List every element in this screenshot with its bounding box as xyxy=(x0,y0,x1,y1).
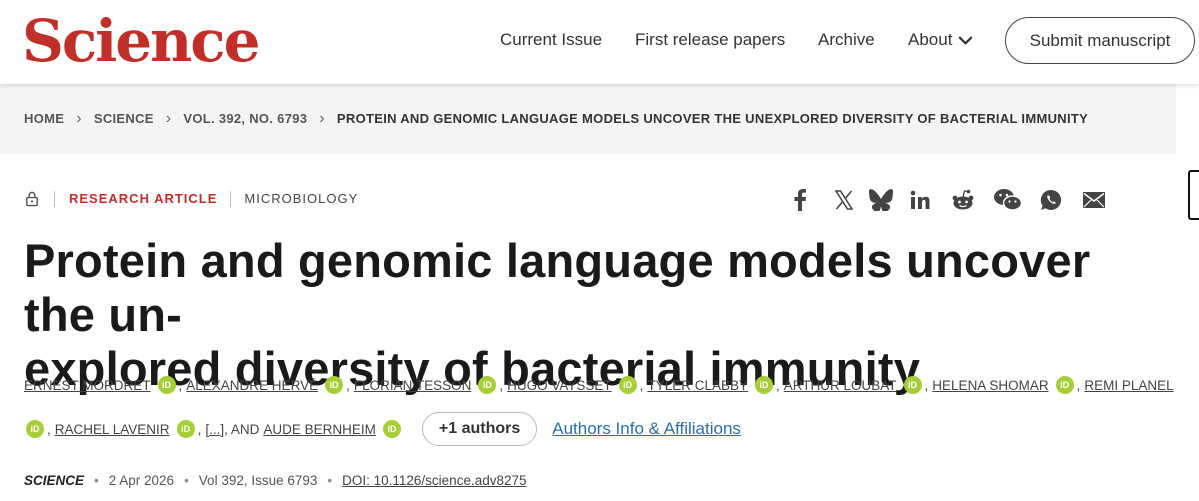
breadcrumb-current: PROTEIN AND GENOMIC LANGUAGE MODELS UNCO… xyxy=(336,111,1089,126)
breadcrumb-home[interactable]: HOME xyxy=(24,111,64,126)
separator-dot: • xyxy=(94,473,99,488)
x-icon[interactable] xyxy=(829,186,859,214)
author-link[interactable]: ALEXANDRE HERVÉ xyxy=(186,378,318,393)
author-link[interactable]: REMI PLANEL xyxy=(1084,378,1173,393)
journal-name[interactable]: SCIENCE xyxy=(24,473,84,488)
article-type-badge[interactable]: RESEARCH ARTICLE xyxy=(69,191,217,206)
orcid-icon[interactable]: iD xyxy=(157,376,176,394)
orcid-icon[interactable]: iD xyxy=(382,420,401,438)
chevron-right-icon: › xyxy=(76,110,82,127)
author-ellipsis-link[interactable]: [...] xyxy=(205,422,224,437)
orcid-icon[interactable]: iD xyxy=(176,420,195,438)
linkedin-icon[interactable] xyxy=(905,186,935,214)
volume-issue[interactable]: Vol 392, Issue 6793 xyxy=(199,473,318,488)
science-logo[interactable]: Science xyxy=(22,8,261,74)
author-link[interactable]: TYLER CLABBY xyxy=(647,378,748,393)
article-title-line-1: Protein and genomic language models unco… xyxy=(24,234,1091,341)
author-link[interactable]: ERNEST MORDRET xyxy=(24,378,151,393)
orcid-icon[interactable]: iD xyxy=(1055,376,1074,394)
email-icon[interactable] xyxy=(1079,186,1109,214)
author-list: ERNEST MORDRET iD, ALEXANDRE HERVÉ iD, F… xyxy=(24,376,1174,394)
citation-line: SCIENCE • 2 Apr 2026 • Vol 392, Issue 67… xyxy=(24,473,527,488)
nav-archive[interactable]: Archive xyxy=(818,29,875,51)
orcid-icon[interactable]: iD xyxy=(754,376,773,394)
author-link[interactable]: FLORIAN TESSON xyxy=(354,378,472,393)
side-tab-fragment[interactable] xyxy=(1188,170,1199,220)
lock-icon xyxy=(26,191,38,207)
nav-about-label: About xyxy=(908,30,953,49)
reddit-icon[interactable] xyxy=(948,186,978,214)
author-link[interactable]: ARTHUR LOUBAT xyxy=(784,378,897,393)
orcid-icon[interactable]: iD xyxy=(618,376,637,394)
separator-dot: • xyxy=(184,473,189,488)
breadcrumb: HOME › SCIENCE › VOL. 392, NO. 6793 › PR… xyxy=(24,110,1089,127)
breadcrumb-volume[interactable]: VOL. 392, NO. 6793 xyxy=(183,111,307,126)
submit-manuscript-button[interactable]: Submit manuscript xyxy=(1005,17,1195,64)
chevron-down-icon xyxy=(959,36,973,44)
breadcrumb-bar: HOME › SCIENCE › VOL. 392, NO. 6793 › PR… xyxy=(0,84,1176,154)
wechat-icon[interactable] xyxy=(993,186,1023,214)
whatsapp-icon[interactable] xyxy=(1036,186,1066,214)
more-authors-button[interactable]: +1 authors xyxy=(421,412,538,446)
orcid-icon[interactable]: iD xyxy=(903,376,922,394)
author-link[interactable]: HELENA SHOMAR xyxy=(932,378,1048,393)
orcid-icon[interactable]: iD xyxy=(26,420,44,438)
orcid-icon[interactable]: iD xyxy=(325,376,344,394)
breadcrumb-science[interactable]: SCIENCE xyxy=(94,111,154,126)
divider xyxy=(230,190,232,207)
nav-about[interactable]: About xyxy=(908,29,973,51)
site-header: Science Current Issue First release pape… xyxy=(0,0,1199,84)
page-edge xyxy=(1176,84,1199,501)
authors-affiliations-link[interactable]: Authors Info & Affiliations xyxy=(552,419,741,439)
nav-first-release-papers[interactable]: First release papers xyxy=(635,29,785,51)
facebook-icon[interactable] xyxy=(785,186,815,214)
publish-date: 2 Apr 2026 xyxy=(108,473,175,488)
author-list-continued: iD, RACHEL LAVENIR iD, [...] , AND AUDE … xyxy=(24,412,1174,446)
bluesky-icon[interactable] xyxy=(866,186,896,214)
nav-current-issue[interactable]: Current Issue xyxy=(500,29,602,51)
subject-badge[interactable]: MICROBIOLOGY xyxy=(244,191,358,206)
divider xyxy=(54,190,55,207)
chevron-right-icon: › xyxy=(165,110,172,127)
author-link[interactable]: AUDE BERNHEIM xyxy=(263,422,376,437)
article-title: Protein and genomic language models unco… xyxy=(24,234,1144,396)
author-link[interactable]: RACHEL LAVENIR xyxy=(55,422,170,437)
author-link[interactable]: HUGO VAYSSET xyxy=(507,378,612,393)
chevron-right-icon: › xyxy=(319,110,325,127)
separator-dot: • xyxy=(327,473,333,488)
article-meta-row: RESEARCH ARTICLE MICROBIOLOGY xyxy=(24,190,358,207)
orcid-icon[interactable]: iD xyxy=(478,376,497,394)
doi-link[interactable]: DOI: 10.1126/science.adv8275 xyxy=(342,473,526,488)
author-and-text: , AND xyxy=(224,421,260,437)
